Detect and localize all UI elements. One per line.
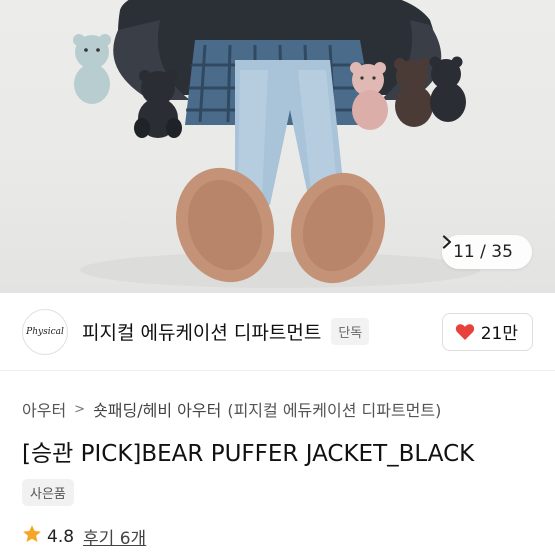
gift-badge: 사은품: [22, 479, 74, 506]
rating-row: 4.8 후기 6개: [22, 524, 146, 549]
product-title: [승관 PICK]BEAR PUFFER JACKET_BLACK: [22, 441, 475, 467]
image-counter-text: 11 / 35: [453, 242, 513, 262]
breadcrumb-outer[interactable]: 아우터: [22, 397, 66, 421]
rating-score: 4.8: [47, 526, 75, 547]
breadcrumb-short-padding[interactable]: 숏패딩/헤비 아우터: [93, 397, 221, 421]
counter-separator: /: [480, 242, 486, 262]
total-image-count: 35: [491, 242, 513, 262]
brand-logo-text: Physical: [26, 326, 64, 337]
current-image-index: 11: [453, 242, 475, 262]
breadcrumb-separator: >: [74, 401, 86, 417]
exclusive-badge: 단독: [331, 318, 370, 345]
brand-name[interactable]: 피지컬 에듀케이션 디파트먼트: [82, 318, 321, 345]
like-count: 21만: [480, 324, 518, 344]
heart-icon: [455, 323, 475, 341]
breadcrumb: 아우터 > 숏패딩/헤비 아우터 (피지컬 에듀케이션 디파트먼트): [22, 397, 441, 421]
brand-row: Physical 피지컬 에듀케이션 디파트먼트 단독 21만: [0, 293, 555, 371]
product-image[interactable]: 11 / 35: [0, 0, 555, 293]
reviews-link[interactable]: 후기 6개: [83, 524, 146, 549]
brand-logo[interactable]: Physical: [22, 308, 68, 355]
image-counter[interactable]: 11 / 35: [442, 235, 532, 269]
star-icon: [22, 524, 42, 549]
breadcrumb-brand-note: (피지컬 에듀케이션 디파트먼트): [227, 401, 442, 420]
like-button[interactable]: 21만: [441, 312, 533, 351]
